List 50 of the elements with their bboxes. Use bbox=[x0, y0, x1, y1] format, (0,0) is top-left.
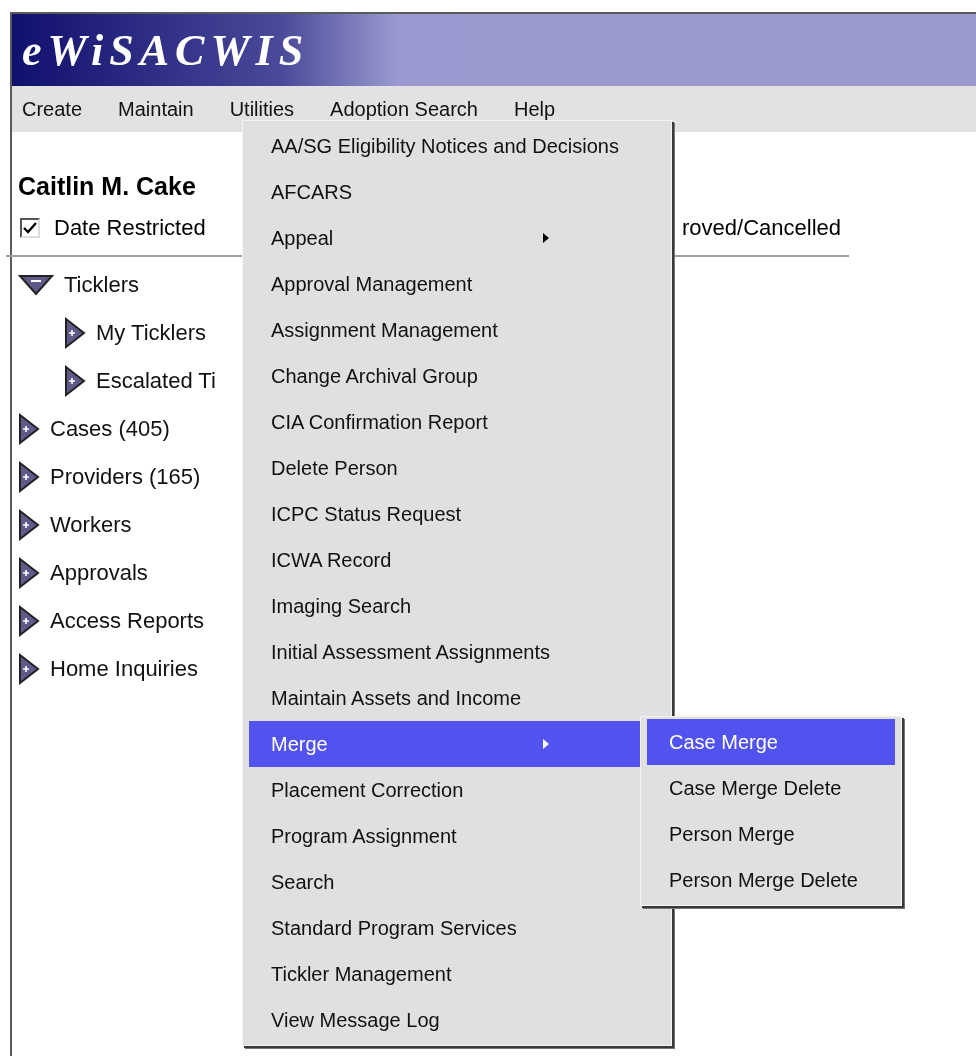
menu-item[interactable]: Appeal bbox=[249, 215, 665, 261]
person-name: Caitlin M. Cake bbox=[18, 171, 196, 201]
window-title: eWiSACWIS bbox=[22, 24, 310, 76]
menu-item[interactable]: Person Merge Delete bbox=[647, 857, 895, 903]
menu-item[interactable]: AA/SG Eligibility Notices and Decisions bbox=[249, 123, 665, 169]
tree-item[interactable]: Escalated Ti bbox=[96, 368, 216, 394]
menu-item[interactable]: Standard Program Services bbox=[249, 905, 665, 951]
submenu-arrow-icon bbox=[543, 739, 549, 749]
menu-item[interactable]: CIA Confirmation Report bbox=[249, 399, 665, 445]
menu-item[interactable]: Utilities bbox=[229, 97, 295, 121]
expand-icon[interactable] bbox=[18, 653, 40, 685]
tree-item[interactable]: Cases (405) bbox=[50, 416, 170, 442]
menu-item[interactable]: Assignment Management bbox=[249, 307, 665, 353]
checkbox-label: Date Restricted bbox=[54, 215, 206, 241]
tree-item[interactable]: Home Inquiries bbox=[50, 656, 198, 682]
menu-item[interactable]: ICWA Record bbox=[249, 537, 665, 583]
menu-item[interactable]: AFCARS bbox=[249, 169, 665, 215]
tree-item[interactable]: Access Reports bbox=[50, 608, 205, 634]
menu-item[interactable]: Imaging Search bbox=[249, 583, 665, 629]
menu-item[interactable]: ICPC Status Request bbox=[249, 491, 665, 537]
checkbox[interactable] bbox=[20, 218, 40, 238]
tree-item[interactable]: Providers (165) bbox=[50, 464, 201, 490]
checkbox-label: roved/Cancelled bbox=[682, 215, 841, 241]
tree-item[interactable]: Ticklers bbox=[64, 272, 139, 298]
expand-icon[interactable] bbox=[18, 413, 40, 445]
expand-icon[interactable] bbox=[18, 509, 40, 541]
menu-item[interactable]: Help bbox=[514, 97, 556, 121]
menu-item[interactable]: Case Merge bbox=[647, 719, 895, 765]
menu-item[interactable]: Tickler Management bbox=[249, 951, 665, 997]
menu-item[interactable]: Adoption Search bbox=[330, 97, 478, 121]
menu-item[interactable]: Change Archival Group bbox=[249, 353, 665, 399]
tree-item[interactable]: Workers bbox=[50, 512, 132, 538]
menu-item[interactable]: Initial Assessment Assignments bbox=[249, 629, 665, 675]
menu-item[interactable]: Create bbox=[22, 97, 83, 121]
expand-icon[interactable] bbox=[64, 317, 86, 349]
menu-item[interactable]: Person Merge bbox=[647, 811, 895, 857]
submenu-arrow-icon bbox=[543, 233, 549, 243]
menu-item[interactable]: Approval Management bbox=[249, 261, 665, 307]
menu-item[interactable]: Maintain bbox=[118, 97, 194, 121]
menu-item[interactable]: Delete Person bbox=[249, 445, 665, 491]
expand-icon[interactable] bbox=[18, 461, 40, 493]
tree-item[interactable]: Approvals bbox=[50, 560, 148, 586]
menu-item[interactable]: Maintain Assets and Income bbox=[249, 675, 665, 721]
expand-icon[interactable] bbox=[18, 557, 40, 589]
menu-item[interactable]: View Message Log bbox=[249, 997, 665, 1043]
menu-item[interactable]: Case Merge Delete bbox=[647, 765, 895, 811]
expand-icon[interactable] bbox=[64, 365, 86, 397]
collapse-icon[interactable] bbox=[18, 274, 54, 296]
expand-icon[interactable] bbox=[18, 605, 40, 637]
tree-item[interactable]: My Ticklers bbox=[96, 320, 206, 346]
